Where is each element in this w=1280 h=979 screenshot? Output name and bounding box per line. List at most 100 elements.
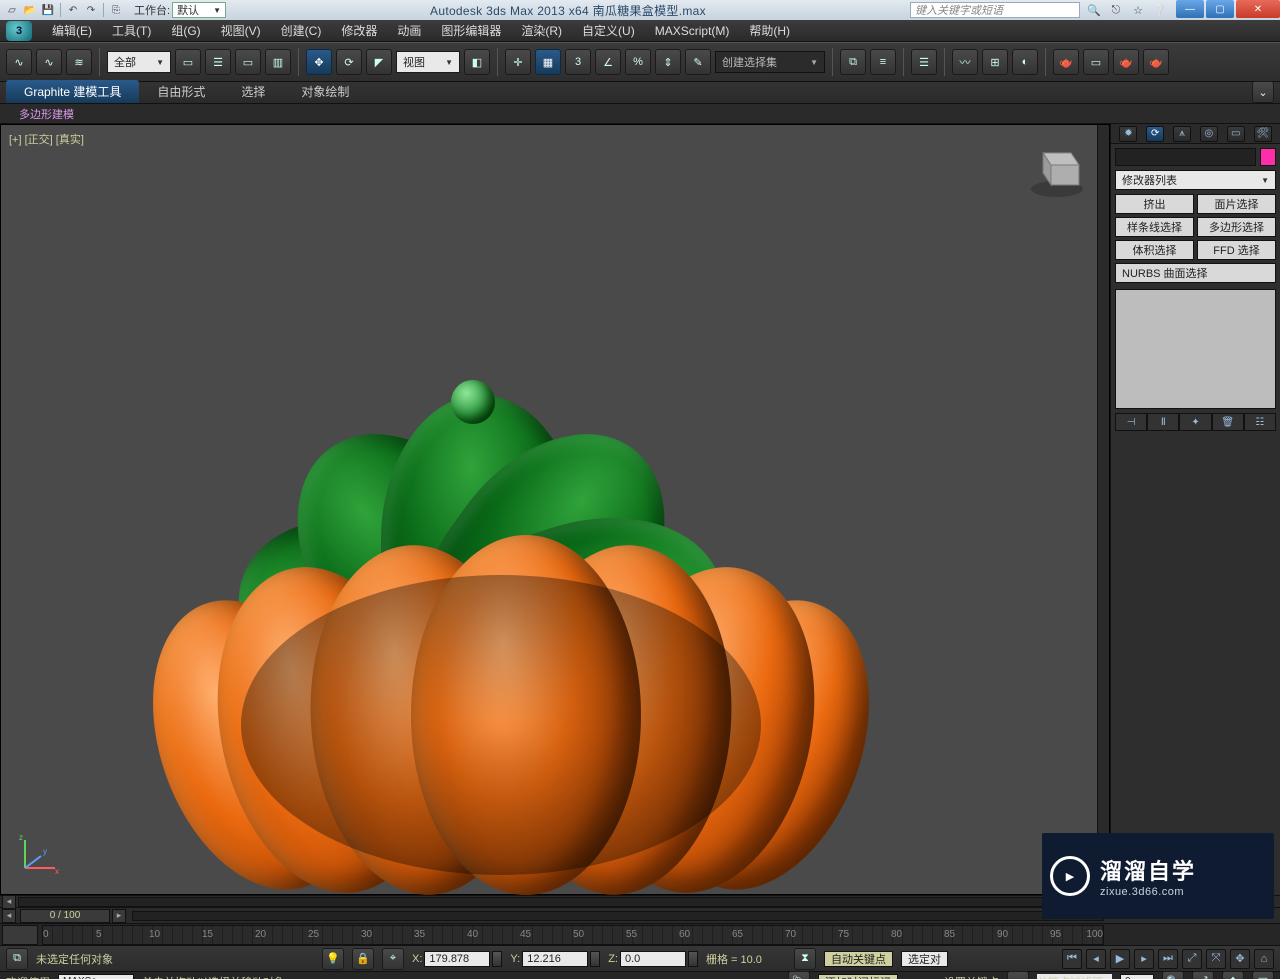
close-button[interactable]: ✕ (1236, 0, 1280, 18)
vp-pan-icon[interactable]: ✥ (1222, 971, 1244, 979)
menu-help[interactable]: 帮助(H) (739, 20, 800, 42)
render-frame-icon[interactable]: ▭ (1083, 49, 1109, 75)
coord-z-spinner[interactable] (688, 951, 698, 967)
goto-end-icon[interactable]: ⏭ (1158, 949, 1178, 969)
render-icon[interactable]: 🫖 (1113, 49, 1139, 75)
pivot-center-icon[interactable]: ◧ (464, 49, 490, 75)
viewport-nav3-icon[interactable]: ✥ (1230, 949, 1250, 969)
link-icon[interactable]: ⎘ (108, 2, 124, 18)
coord-z-input[interactable]: 0.0 (620, 951, 686, 967)
manipulate-icon[interactable]: ✛ (505, 49, 531, 75)
selection-filter-dropdown[interactable]: 全部▼ (107, 51, 171, 73)
time-slider-thumb[interactable]: 0 / 100 (20, 909, 110, 923)
spinner-snap-icon[interactable]: ⇕ (655, 49, 681, 75)
render-setup-icon[interactable]: 🫖 (1053, 49, 1079, 75)
make-unique-icon[interactable]: ✦ (1179, 413, 1211, 431)
menu-tools[interactable]: 工具(T) (102, 20, 161, 42)
pin-stack-icon[interactable]: ⊣ (1115, 413, 1147, 431)
application-button[interactable]: 3 (6, 21, 32, 41)
open-icon[interactable]: 📂 (22, 2, 38, 18)
ribbon-collapse-icon[interactable]: ⌄ (1252, 81, 1274, 103)
snap-3d-icon[interactable]: 3 (565, 49, 591, 75)
keyboard-shortcut-icon[interactable]: ▦ (535, 49, 561, 75)
object-color-swatch[interactable] (1260, 148, 1276, 166)
link-tool-icon[interactable]: ∿ (6, 49, 32, 75)
add-time-tag[interactable]: 添加时间标记 (818, 974, 898, 979)
trackbar-ruler[interactable]: 0 5 10 15 20 25 30 35 40 45 50 55 60 65 … (42, 925, 1104, 945)
vp-zoom-icon[interactable]: 🔍 (1162, 971, 1184, 979)
ref-coord-dropdown[interactable]: 视图▼ (396, 51, 460, 73)
hierarchy-tab-icon[interactable]: ⩚ (1173, 126, 1191, 142)
motion-tab-icon[interactable]: ◎ (1200, 126, 1218, 142)
workspace-dropdown[interactable]: 默认▼ (172, 2, 226, 18)
rotate-tool-icon[interactable]: ⟳ (336, 49, 362, 75)
select-object-icon[interactable]: ▭ (175, 49, 201, 75)
vp-maximize-icon[interactable]: ▣ (1252, 971, 1274, 979)
vp-zoomall-icon[interactable]: ⤢ (1192, 971, 1214, 979)
menu-edit[interactable]: 编辑(E) (42, 20, 102, 42)
save-icon[interactable]: 💾 (40, 2, 56, 18)
help-icon[interactable]: ❔ (1152, 2, 1168, 18)
viewport-vscroll[interactable] (1097, 125, 1109, 894)
create-tab-icon[interactable]: ✹ (1119, 126, 1137, 142)
utilities-tab-icon[interactable]: 🛠 (1254, 126, 1272, 142)
modifier-stack[interactable] (1115, 289, 1276, 409)
maxscript-mini-listener[interactable]: MAXSc (58, 974, 134, 979)
btn-ffd-select[interactable]: FFD 选择 (1197, 240, 1276, 260)
remove-mod-icon[interactable]: 🗑 (1212, 413, 1244, 431)
undo-icon[interactable]: ↶ (65, 2, 81, 18)
next-frame-icon[interactable]: ▸ (1134, 949, 1154, 969)
configure-sets-icon[interactable]: ☷ (1244, 413, 1276, 431)
rect-region-icon[interactable]: ▭ (235, 49, 261, 75)
ribbon-tab-objectpaint[interactable]: 对象绘制 (283, 80, 367, 103)
menu-customize[interactable]: 自定义(U) (572, 20, 645, 42)
key-filters-button[interactable]: 关键点过滤器... (1037, 974, 1112, 979)
minimize-button[interactable]: — (1176, 0, 1204, 18)
autokey-toggle[interactable]: 自动关键点 (824, 951, 893, 967)
time-tag-icon[interactable]: 🏷 (788, 971, 810, 979)
hscroll-prev-icon[interactable]: ◂ (2, 895, 16, 909)
favorite-icon[interactable]: ☆ (1130, 2, 1146, 18)
menu-grapheditors[interactable]: 图形编辑器 (431, 20, 511, 42)
ribbon-tab-selection[interactable]: 选择 (223, 80, 283, 103)
btn-volume-select[interactable]: 体积选择 (1115, 240, 1194, 260)
setkey-button[interactable]: 设置关键点 (944, 974, 999, 979)
window-crossing-icon[interactable]: ▥ (265, 49, 291, 75)
search-icon[interactable]: 🔍 (1086, 2, 1102, 18)
bind-tool-icon[interactable]: ≋ (66, 49, 92, 75)
align-icon[interactable]: ≡ (870, 49, 896, 75)
btn-nurbs-select[interactable]: NURBS 曲面选择 (1115, 263, 1276, 283)
unlink-tool-icon[interactable]: ∿ (36, 49, 62, 75)
viewport-nav2-icon[interactable]: ⤧ (1206, 949, 1226, 969)
viewcube[interactable] (1023, 135, 1091, 203)
select-name-icon[interactable]: ☰ (205, 49, 231, 75)
coord-y-spinner[interactable] (590, 951, 600, 967)
viewport-label[interactable]: [+] [正交] [真实] (9, 131, 84, 147)
menu-view[interactable]: 视图(V) (211, 20, 271, 42)
ribbon-tab-freeform[interactable]: 自由形式 (139, 80, 223, 103)
cur-frame-input[interactable]: 0 (1120, 974, 1154, 979)
named-selection-dropdown[interactable]: 创建选择集▼ (715, 51, 825, 73)
play-icon[interactable]: ▶ (1110, 949, 1130, 969)
move-tool-icon[interactable]: ✥ (306, 49, 332, 75)
btn-face-select[interactable]: 面片选择 (1197, 194, 1276, 214)
viewport[interactable]: [+] [正交] [真实] (0, 124, 1110, 895)
goto-start-icon[interactable]: ⏮ (1062, 949, 1082, 969)
layers-icon[interactable]: ☰ (911, 49, 937, 75)
ribbon-poly-modeling[interactable]: 多边形建模 (8, 103, 85, 125)
transform-type-icon[interactable]: ⌖ (382, 948, 404, 970)
key-filters-icon[interactable]: 〰 (1007, 971, 1029, 979)
time-config-icon[interactable]: ⧗ (794, 948, 816, 970)
btn-extrude[interactable]: 挤出 (1115, 194, 1194, 214)
object-name-input[interactable] (1115, 148, 1256, 166)
curve-editor-icon[interactable]: 〰 (952, 49, 978, 75)
viewport-nav4-icon[interactable]: ⌂ (1254, 949, 1274, 969)
status-lock-icon[interactable]: ⧉ (6, 948, 28, 970)
time-prev-icon[interactable]: ◂ (2, 909, 16, 923)
menu-maxscript[interactable]: MAXScript(M) (645, 20, 740, 42)
menu-rendering[interactable]: 渲染(R) (511, 20, 572, 42)
ribbon-tab-graphite[interactable]: Graphite 建模工具 (6, 80, 139, 103)
mirror-icon[interactable]: ⧉ (840, 49, 866, 75)
coord-x-spinner[interactable] (492, 951, 502, 967)
trackbar-mini-icon[interactable] (2, 925, 38, 945)
